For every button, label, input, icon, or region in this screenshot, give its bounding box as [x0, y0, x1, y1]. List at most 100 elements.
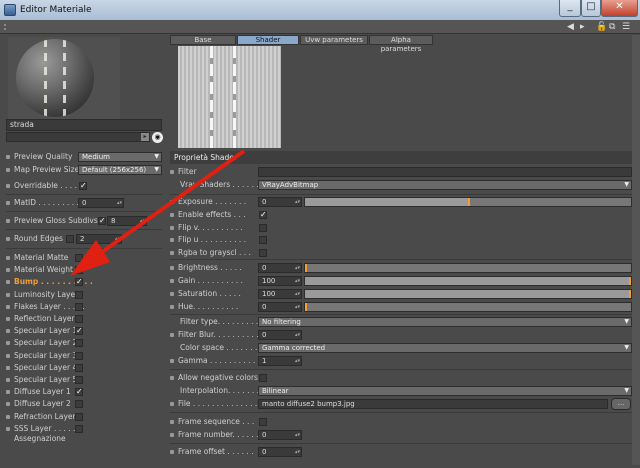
layer-item[interactable]: Flakes Layer . . . . . [6, 301, 162, 313]
material-name-field[interactable]: strada [6, 119, 162, 131]
layer-label[interactable]: Material Weight [14, 264, 73, 276]
value-slider[interactable] [304, 263, 632, 273]
picker-icon[interactable]: ◉ [152, 132, 163, 143]
layer-item[interactable]: Specular Layer 5 [6, 374, 162, 386]
layer-checkbox[interactable] [75, 254, 83, 262]
browse-file-button[interactable]: ... [611, 398, 631, 410]
scrollbar[interactable] [632, 35, 640, 465]
layer-checkbox[interactable] [75, 363, 83, 372]
arrow-right-icon[interactable]: ▸ [580, 21, 585, 33]
layer-checkbox[interactable]: ✓ [75, 388, 83, 397]
layer-label[interactable]: Reflection Layer [14, 313, 75, 325]
value-slider[interactable] [304, 302, 632, 312]
vray-shaders-select[interactable]: VRayAdvBitmap ▼ [258, 180, 632, 190]
layer-item[interactable]: Material Weight [6, 264, 162, 276]
layer-checkbox[interactable] [75, 315, 83, 323]
round-edges-input[interactable]: 2 ▴▾ [76, 234, 122, 244]
maximize-button[interactable]: □ [581, 0, 601, 17]
overridable-checkbox[interactable]: ✓ [79, 182, 87, 190]
frame-offset-input[interactable]: 0 ▴▾ [258, 447, 302, 457]
layer-item[interactable]: Bump . . . . . . . . . . ✓ [6, 276, 162, 288]
layer-checkbox[interactable] [75, 412, 83, 421]
arrow-left-icon[interactable]: ◀ [567, 21, 574, 33]
layer-item[interactable]: Specular Layer 2 [6, 337, 162, 349]
assignment-label[interactable]: Assegnazione [14, 433, 66, 445]
gamma-label: Gamma . . . . . . . . . . . . [178, 356, 265, 365]
tab-alpha-parameters[interactable]: Alpha parameters [369, 35, 433, 53]
tab-uvw-parameters[interactable]: Uvw parameters [300, 35, 368, 45]
slider-value-input[interactable]: 100 ▴▾ [258, 276, 302, 286]
shader-option-checkbox[interactable]: ✓ [259, 211, 267, 219]
layer-label[interactable]: Specular Layer 3 [14, 350, 77, 362]
shader-option-checkbox[interactable] [259, 248, 267, 257]
layer-item[interactable]: SSS Layer . . . . . . [6, 423, 162, 435]
slider-value-input[interactable]: 0 ▴▾ [258, 263, 302, 273]
tab-shader[interactable]: Shader [237, 35, 299, 45]
layer-checkbox[interactable] [75, 424, 83, 433]
layer-item[interactable]: Material Matte [6, 252, 162, 264]
exposure-input[interactable]: 0 ▴▾ [258, 197, 302, 207]
layer-label[interactable]: Diffuse Layer 2 [14, 398, 71, 410]
close-button[interactable]: ✕ [601, 0, 638, 17]
preview-gloss-subdivs-input[interactable]: 8 ▴▾ [107, 216, 147, 226]
layer-label[interactable]: SSS Layer . . . . . . [14, 423, 80, 435]
preview-gloss-checkbox[interactable]: ✓ [98, 217, 106, 225]
preview-quality-select[interactable]: Medium ▼ [78, 152, 162, 162]
round-edges-checkbox[interactable] [66, 235, 74, 243]
exposure-slider[interactable] [304, 197, 632, 207]
filter-type-select[interactable]: No filtering ▼ [258, 317, 632, 327]
unlock-icon[interactable]: 🔓 [596, 21, 607, 33]
layer-checkbox[interactable] [75, 266, 83, 275]
layer-checkbox[interactable] [75, 376, 83, 384]
layer-item[interactable]: Specular Layer 1 ✓ [6, 325, 162, 337]
frame-sequence-checkbox[interactable] [259, 418, 267, 426]
layer-item[interactable]: Diffuse Layer 1 ✓ [6, 386, 162, 398]
layer-label[interactable]: Material Matte [14, 252, 68, 264]
layer-label[interactable]: Diffuse Layer 1 [14, 386, 71, 398]
tab-base[interactable]: Base [170, 35, 236, 45]
layer-item[interactable]: Diffuse Layer 2 [6, 398, 162, 410]
layer-label[interactable]: Specular Layer 4 [14, 362, 77, 374]
shader-option-checkbox[interactable] [259, 236, 267, 244]
minimize-button[interactable]: _ [559, 0, 581, 17]
layer-item[interactable]: Specular Layer 3 [6, 350, 162, 362]
layer-label[interactable]: Specular Layer 5 [14, 374, 77, 386]
vray-shaders-label: Vray Shaders . . . . . . . . [180, 180, 269, 189]
layer-checkbox[interactable] [75, 400, 83, 409]
layer-item[interactable]: Refraction Layer [6, 411, 162, 423]
slider-label: Brightness . . . . . [178, 263, 242, 272]
allow-negative-checkbox[interactable] [259, 374, 267, 382]
layer-checkbox[interactable] [75, 290, 83, 299]
filter-field[interactable] [258, 167, 632, 177]
menu-icon[interactable]: ☰ [622, 21, 630, 33]
layer-label[interactable]: Refraction Layer [14, 411, 76, 423]
layer-item[interactable]: Specular Layer 4 [6, 362, 162, 374]
matid-input[interactable]: 0 ▴▾ [78, 198, 124, 208]
layer-checkbox[interactable] [75, 351, 83, 360]
layer-label[interactable]: Specular Layer 2 [14, 337, 77, 349]
layer-checkbox[interactable]: ✓ [75, 327, 83, 336]
value-slider[interactable] [304, 276, 632, 286]
map-preview-size-label: Map Preview Size [14, 165, 80, 174]
color-space-select[interactable]: Gamma corrected ▼ [258, 343, 632, 353]
assignment-row[interactable]: Assegnazione [6, 433, 162, 445]
layer-label[interactable]: Luminosity Layer [14, 289, 78, 301]
slider-value-input[interactable]: 100 ▴▾ [258, 289, 302, 299]
layer-checkbox[interactable]: ✓ [75, 278, 83, 287]
material-path-field[interactable]: ▸ [6, 132, 150, 142]
value-slider[interactable] [304, 289, 632, 299]
interpolation-select[interactable]: Bilinear ▼ [258, 386, 632, 396]
map-preview-size-select[interactable]: Default (256x256) ▼ [78, 165, 162, 175]
layer-item[interactable]: Luminosity Layer [6, 289, 162, 301]
frame-number-input[interactable]: 0 ▴▾ [258, 430, 302, 440]
new-window-icon[interactable]: ⧉ [609, 21, 615, 33]
shader-option-checkbox[interactable] [259, 223, 267, 232]
file-path-input[interactable]: manto diffuse2 bump3.jpg [258, 399, 608, 409]
gamma-input[interactable]: 1 ▴▾ [258, 356, 302, 366]
layer-item[interactable]: Reflection Layer [6, 313, 162, 325]
filter-blur-input[interactable]: 0 ▴▾ [258, 330, 302, 340]
slider-value-input[interactable]: 0 ▴▾ [258, 302, 302, 312]
layer-checkbox[interactable] [75, 302, 83, 311]
layer-checkbox[interactable] [75, 339, 83, 348]
layer-label[interactable]: Specular Layer 1 [14, 325, 77, 337]
